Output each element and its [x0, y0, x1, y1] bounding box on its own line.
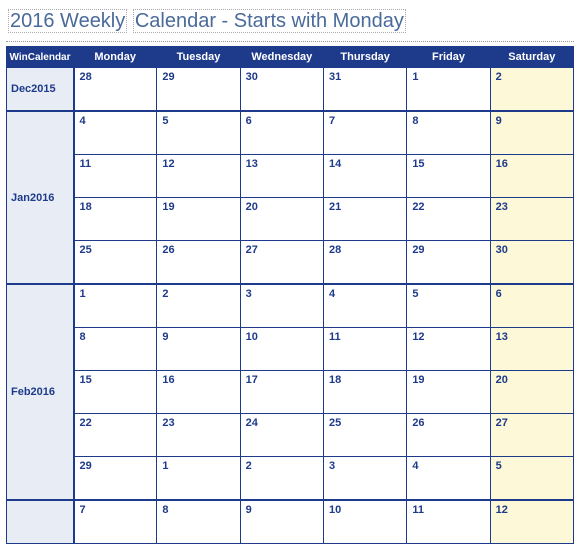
calendar-row: Feb2016123456 [7, 284, 574, 328]
day-cell: 30 [240, 68, 323, 112]
day-header: Wednesday [240, 47, 323, 68]
day-cell: 5 [157, 111, 240, 155]
calendar-row: Dec20152829303112 [7, 68, 574, 112]
day-cell: 25 [323, 414, 406, 457]
calendar-row: Jan2016456789 [7, 111, 574, 155]
day-cell: 29 [407, 241, 490, 285]
title-part-1: 2016 Weekly [8, 9, 127, 33]
calendar-row: 222324252627 [7, 414, 574, 457]
day-cell: 14 [323, 155, 406, 198]
day-cell: 17 [240, 371, 323, 414]
day-header: Friday [407, 47, 490, 68]
day-cell: 4 [407, 457, 490, 501]
day-cell: 21 [323, 198, 406, 241]
day-cell: 19 [157, 198, 240, 241]
day-cell: 11 [74, 155, 157, 198]
day-cell: 13 [240, 155, 323, 198]
day-cell: 31 [323, 68, 406, 112]
day-cell: 29 [157, 68, 240, 112]
calendar-row: 789101112 [7, 500, 574, 544]
day-cell: 11 [323, 328, 406, 371]
day-cell: 26 [407, 414, 490, 457]
day-header: Monday [74, 47, 157, 68]
day-cell: 20 [240, 198, 323, 241]
day-cell: 23 [157, 414, 240, 457]
day-cell: 5 [407, 284, 490, 328]
month-label [7, 500, 74, 544]
day-cell: 9 [240, 500, 323, 544]
day-cell: 13 [490, 328, 573, 371]
month-label: Feb2016 [7, 284, 74, 500]
day-header: Tuesday [157, 47, 240, 68]
day-cell: 2 [157, 284, 240, 328]
day-cell: 3 [240, 284, 323, 328]
title-part-2: Calendar - Starts with Monday [133, 9, 406, 33]
day-cell: 28 [74, 68, 157, 112]
day-cell: 11 [407, 500, 490, 544]
day-header: Thursday [323, 47, 406, 68]
day-cell: 1 [157, 457, 240, 501]
day-cell: 8 [74, 328, 157, 371]
day-cell: 15 [74, 371, 157, 414]
calendar-row: 111213141516 [7, 155, 574, 198]
day-cell: 18 [74, 198, 157, 241]
day-cell: 4 [323, 284, 406, 328]
day-cell: 4 [74, 111, 157, 155]
day-cell: 18 [323, 371, 406, 414]
corner-label: WinCalendar [7, 47, 74, 68]
calendar-row: 151617181920 [7, 371, 574, 414]
day-cell: 2 [240, 457, 323, 501]
day-cell: 29 [74, 457, 157, 501]
day-cell: 20 [490, 371, 573, 414]
day-cell: 12 [407, 328, 490, 371]
header-row: WinCalendar Monday Tuesday Wednesday Thu… [7, 47, 574, 68]
month-label: Jan2016 [7, 111, 74, 284]
calendar-body: Dec20152829303112Jan20164567891112131415… [7, 68, 574, 544]
day-cell: 23 [490, 198, 573, 241]
day-cell: 1 [407, 68, 490, 112]
day-cell: 6 [490, 284, 573, 328]
day-cell: 25 [74, 241, 157, 285]
calendar-row: 2912345 [7, 457, 574, 501]
day-cell: 9 [157, 328, 240, 371]
day-cell: 6 [240, 111, 323, 155]
calendar-row: 252627282930 [7, 241, 574, 285]
day-cell: 8 [407, 111, 490, 155]
day-cell: 27 [240, 241, 323, 285]
day-cell: 16 [157, 371, 240, 414]
day-cell: 8 [157, 500, 240, 544]
day-cell: 3 [323, 457, 406, 501]
day-cell: 16 [490, 155, 573, 198]
day-cell: 26 [157, 241, 240, 285]
day-cell: 15 [407, 155, 490, 198]
day-cell: 28 [323, 241, 406, 285]
month-label: Dec2015 [7, 68, 74, 112]
day-cell: 22 [74, 414, 157, 457]
day-header: Saturday [490, 47, 573, 68]
day-cell: 27 [490, 414, 573, 457]
day-cell: 2 [490, 68, 573, 112]
calendar-table: WinCalendar Monday Tuesday Wednesday Thu… [6, 46, 574, 544]
day-cell: 30 [490, 241, 573, 285]
day-cell: 10 [240, 328, 323, 371]
day-cell: 5 [490, 457, 573, 501]
page-title: 2016 Weekly Calendar - Starts with Monda… [6, 6, 574, 42]
day-cell: 22 [407, 198, 490, 241]
day-cell: 7 [323, 111, 406, 155]
day-cell: 10 [323, 500, 406, 544]
day-cell: 9 [490, 111, 573, 155]
day-cell: 12 [157, 155, 240, 198]
day-cell: 1 [74, 284, 157, 328]
day-cell: 24 [240, 414, 323, 457]
day-cell: 7 [74, 500, 157, 544]
calendar-row: 181920212223 [7, 198, 574, 241]
day-cell: 19 [407, 371, 490, 414]
calendar-row: 8910111213 [7, 328, 574, 371]
day-cell: 12 [490, 500, 573, 544]
